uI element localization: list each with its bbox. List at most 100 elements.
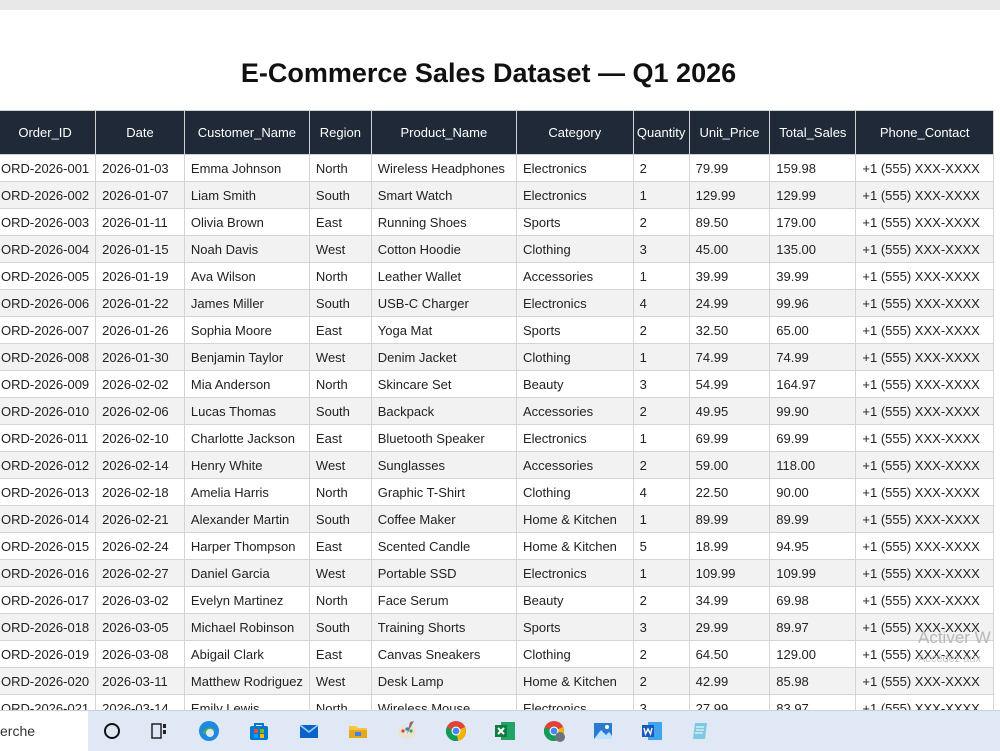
table-cell[interactable]: 164.97 <box>769 370 857 398</box>
table-cell[interactable]: Smart Watch <box>370 181 517 209</box>
table-cell[interactable]: ORD-2026-007 <box>0 316 97 344</box>
table-row[interactable]: ORD-2026-015 2026-02-24 Harper Thompson Eas… <box>0 532 994 560</box>
table-cell[interactable]: Face Serum <box>370 586 517 614</box>
table-cell[interactable]: ORD-2026-013 <box>0 478 97 506</box>
table-cell[interactable]: +1 (555) XXX-XXXX <box>855 181 994 209</box>
table-cell[interactable]: ORD-2026-019 <box>0 640 97 668</box>
taskbar-search-input[interactable]: erche <box>0 711 88 751</box>
table-cell[interactable]: +1 (555) XXX-XXXX <box>855 694 994 710</box>
table-cell[interactable]: 69.99 <box>769 424 857 452</box>
table-cell[interactable]: 79.99 <box>688 154 771 182</box>
table-cell[interactable]: Electronics <box>515 289 634 317</box>
table-cell[interactable]: 89.97 <box>769 613 857 641</box>
table-cell[interactable]: 1 <box>632 343 690 371</box>
column-header[interactable]: Phone_Contact <box>855 110 994 155</box>
table-cell[interactable]: 39.99 <box>769 262 857 290</box>
table-cell[interactable]: Electronics <box>515 154 634 182</box>
table-cell[interactable]: 2026-02-14 <box>95 451 185 479</box>
table-cell[interactable]: ORD-2026-018 <box>0 613 97 641</box>
column-header[interactable]: Unit_Price <box>688 110 771 155</box>
table-cell[interactable]: Olivia Brown <box>183 208 310 236</box>
table-container[interactable]: Order_ID Date Customer_Name Region Product_N… <box>0 110 1000 710</box>
table-cell[interactable]: Canvas Sneakers <box>370 640 517 668</box>
table-cell[interactable]: West <box>308 343 372 371</box>
table-cell[interactable]: Abigail Clark <box>183 640 310 668</box>
table-cell[interactable]: 1 <box>632 181 690 209</box>
table-cell[interactable]: +1 (555) XXX-XXXX <box>855 586 994 614</box>
table-cell[interactable]: East <box>308 424 372 452</box>
table-cell[interactable]: East <box>308 208 372 236</box>
table-row[interactable]: ORD-2026-020 2026-03-11 Matthew Rodriguez W… <box>0 667 994 695</box>
column-header[interactable]: Category <box>515 110 634 155</box>
table-cell[interactable]: 34.99 <box>688 586 771 614</box>
table-cell[interactable]: Evelyn Martinez <box>183 586 310 614</box>
table-cell[interactable]: 1 <box>632 559 690 587</box>
table-cell[interactable]: Emma Johnson <box>183 154 310 182</box>
table-cell[interactable]: Sophia Moore <box>183 316 310 344</box>
table-cell[interactable]: 2026-01-26 <box>95 316 185 344</box>
table-cell[interactable]: USB-C Charger <box>370 289 517 317</box>
table-cell[interactable]: ORD-2026-005 <box>0 262 97 290</box>
table-cell[interactable]: South <box>308 613 372 641</box>
table-cell[interactable]: +1 (555) XXX-XXXX <box>855 289 994 317</box>
table-cell[interactable]: Electronics <box>515 694 634 710</box>
table-row[interactable]: ORD-2026-005 2026-01-19 Ava Wilson North Lea… <box>0 262 994 290</box>
table-cell[interactable]: Bluetooth Speaker <box>370 424 517 452</box>
table-cell[interactable]: +1 (555) XXX-XXXX <box>855 397 994 425</box>
table-cell[interactable]: 118.00 <box>769 451 857 479</box>
table-row[interactable]: ORD-2026-003 2026-01-11 Olivia Brown East Ru… <box>0 208 994 236</box>
chrome-alt-icon[interactable] <box>539 717 569 745</box>
table-cell[interactable]: South <box>308 397 372 425</box>
table-cell[interactable]: 2026-03-05 <box>95 613 185 641</box>
table-cell[interactable]: Wireless Headphones <box>370 154 517 182</box>
table-cell[interactable]: Wireless Mouse <box>370 694 517 710</box>
table-cell[interactable]: 3 <box>632 613 690 641</box>
table-cell[interactable]: ORD-2026-015 <box>0 532 97 560</box>
table-cell[interactable]: 109.99 <box>769 559 857 587</box>
table-cell[interactable]: +1 (555) XXX-XXXX <box>855 451 994 479</box>
table-cell[interactable]: Harper Thompson <box>183 532 310 560</box>
column-header[interactable]: Quantity <box>632 110 690 155</box>
table-cell[interactable]: 2 <box>632 667 690 695</box>
edge-icon[interactable] <box>194 717 224 745</box>
table-cell[interactable]: 65.00 <box>769 316 857 344</box>
notepad-icon[interactable] <box>686 717 716 745</box>
table-cell[interactable]: Beauty <box>515 586 634 614</box>
table-cell[interactable]: Backpack <box>370 397 517 425</box>
table-cell[interactable]: Alexander Martin <box>183 505 310 533</box>
table-cell[interactable]: Yoga Mat <box>370 316 517 344</box>
table-cell[interactable]: +1 (555) XXX-XXXX <box>855 559 994 587</box>
table-row[interactable]: ORD-2026-013 2026-02-18 Amelia Harris North… <box>0 478 994 506</box>
table-cell[interactable]: +1 (555) XXX-XXXX <box>855 370 994 398</box>
table-cell[interactable]: 109.99 <box>688 559 771 587</box>
table-cell[interactable]: 2 <box>632 397 690 425</box>
table-row[interactable]: ORD-2026-006 2026-01-22 James Miller South U… <box>0 289 994 317</box>
table-row[interactable]: ORD-2026-008 2026-01-30 Benjamin Taylor Wes… <box>0 343 994 371</box>
table-cell[interactable]: 2026-01-19 <box>95 262 185 290</box>
table-cell[interactable]: 2026-02-27 <box>95 559 185 587</box>
table-cell[interactable]: ORD-2026-017 <box>0 586 97 614</box>
table-cell[interactable]: Skincare Set <box>370 370 517 398</box>
table-cell[interactable]: Portable SSD <box>370 559 517 587</box>
table-row[interactable]: ORD-2026-007 2026-01-26 Sophia Moore East Yo… <box>0 316 994 344</box>
table-cell[interactable]: Cotton Hoodie <box>370 235 517 263</box>
table-cell[interactable]: 22.50 <box>688 478 771 506</box>
table-cell[interactable]: North <box>308 586 372 614</box>
table-cell[interactable]: +1 (555) XXX-XXXX <box>855 154 994 182</box>
column-header[interactable]: Region <box>308 110 372 155</box>
table-cell[interactable]: 89.50 <box>688 208 771 236</box>
table-cell[interactable]: 2026-03-14 <box>95 694 185 710</box>
chrome-icon[interactable] <box>441 717 471 745</box>
table-cell[interactable]: 2026-01-30 <box>95 343 185 371</box>
table-cell[interactable]: East <box>308 532 372 560</box>
table-cell[interactable]: 2026-01-07 <box>95 181 185 209</box>
table-cell[interactable]: +1 (555) XXX-XXXX <box>855 343 994 371</box>
table-cell[interactable]: North <box>308 154 372 182</box>
table-cell[interactable]: Benjamin Taylor <box>183 343 310 371</box>
column-header[interactable]: Date <box>95 110 185 155</box>
table-cell[interactable]: 45.00 <box>688 235 771 263</box>
table-cell[interactable]: 69.99 <box>688 424 771 452</box>
table-cell[interactable]: Ava Wilson <box>183 262 310 290</box>
table-cell[interactable]: 89.99 <box>769 505 857 533</box>
table-cell[interactable]: Coffee Maker <box>370 505 517 533</box>
